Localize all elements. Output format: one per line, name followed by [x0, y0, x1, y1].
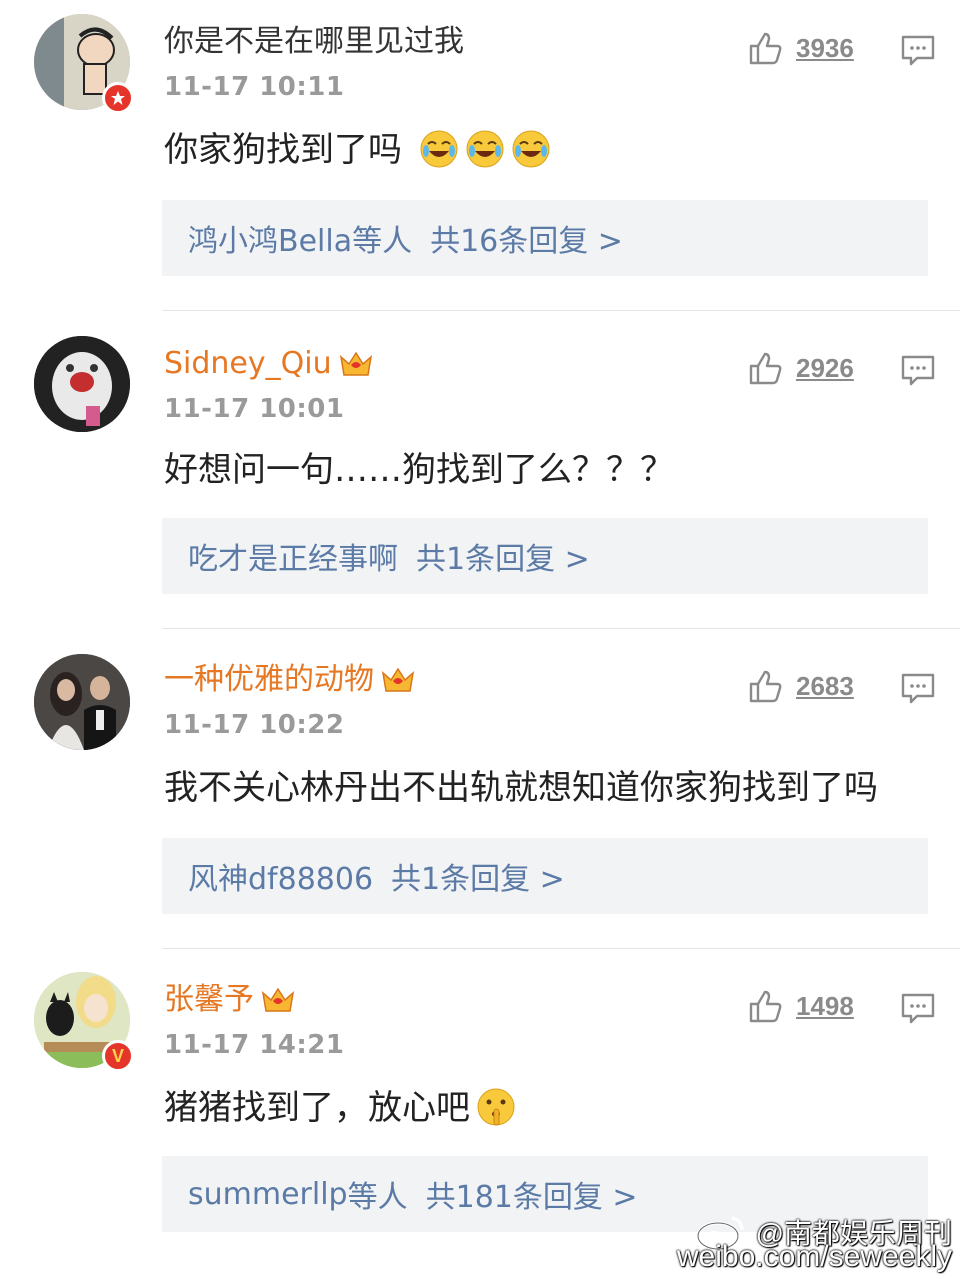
comment-text: 我不关心林丹出不出轨就想知道你家狗找到了吗 [164, 768, 878, 808]
reply-count-link[interactable]: 共1条回复 > [416, 534, 590, 578]
divider [162, 310, 960, 311]
comment-bubble-icon[interactable] [900, 354, 936, 388]
timestamp: 11-17 14:21 [164, 1030, 345, 1060]
comment-text: 你家狗找到了吗 [164, 128, 551, 172]
comment-bubble-icon[interactable] [900, 34, 936, 68]
timestamp: 11-17 10:22 [164, 710, 345, 740]
divider [162, 948, 960, 949]
username[interactable]: 一种优雅的动物 [164, 662, 416, 698]
like-button[interactable]: 3936 [748, 28, 854, 68]
like-button[interactable]: 1498 [748, 986, 854, 1026]
like-count: 2683 [796, 670, 854, 701]
divider [162, 628, 960, 629]
reply-count-link[interactable]: 共16条回复 > [430, 216, 623, 260]
vip-crown-icon [381, 667, 415, 692]
reply-users: 鸿小鸿Bella [188, 224, 353, 259]
like-button[interactable]: 2683 [748, 666, 854, 706]
avatar[interactable] [34, 654, 134, 754]
timestamp: 11-17 10:11 [164, 72, 345, 102]
reply-users-suffix: 等人 [347, 1180, 408, 1215]
shushing-emoji [477, 1088, 515, 1126]
laughing-crying-emoji [420, 130, 458, 168]
replies-summary[interactable]: 风神df88806 共1条回复 > [162, 838, 928, 914]
timestamp: 11-17 10:01 [164, 394, 345, 424]
replies-summary[interactable]: 吃才是正经事啊 共1条回复 > [162, 518, 928, 594]
reply-users-suffix: 等人 [352, 224, 413, 259]
replies-summary[interactable]: 鸿小鸿Bella 等人 共16条回复 > [162, 200, 928, 276]
avatar[interactable]: V [34, 972, 134, 1072]
like-count: 2926 [796, 352, 854, 383]
thumbs-up-icon [749, 352, 782, 385]
vip-crown-icon [261, 987, 295, 1012]
reply-count-link[interactable]: 共181条回复 > [426, 1172, 638, 1216]
avatar[interactable] [34, 14, 134, 114]
verified-badge-icon: V [102, 1040, 134, 1072]
comment-text: 好想问一句……狗找到了么？？？ [164, 450, 674, 490]
watermark-url: weibo.com/seweekly [676, 1240, 952, 1273]
verified-badge-icon [102, 82, 134, 114]
username[interactable]: Sidney_Qiu [164, 346, 374, 382]
reply-users: summerllp [188, 1176, 348, 1212]
like-count: 3936 [796, 32, 854, 63]
username[interactable]: 张馨予 [164, 982, 296, 1018]
thumbs-up-icon [749, 670, 782, 703]
avatar[interactable] [34, 336, 134, 436]
laughing-crying-emoji [512, 130, 550, 168]
vip-crown-icon [339, 351, 372, 376]
reply-count-link[interactable]: 共1条回复 > [391, 854, 565, 898]
comment-bubble-icon[interactable] [900, 672, 936, 706]
thumbs-up-icon [749, 32, 782, 65]
like-button[interactable]: 2926 [748, 348, 854, 388]
reply-users: 风神df88806 [188, 862, 374, 897]
like-count: 1498 [796, 990, 854, 1021]
comment-bubble-icon[interactable] [900, 992, 936, 1026]
thumbs-up-icon [749, 990, 782, 1023]
laughing-crying-emoji [466, 130, 504, 168]
username[interactable]: 你是不是在哪里见过我 [164, 24, 464, 60]
comment-text: 猪猪找到了，放心吧 [164, 1086, 516, 1130]
reply-users: 吃才是正经事啊 [188, 542, 398, 577]
